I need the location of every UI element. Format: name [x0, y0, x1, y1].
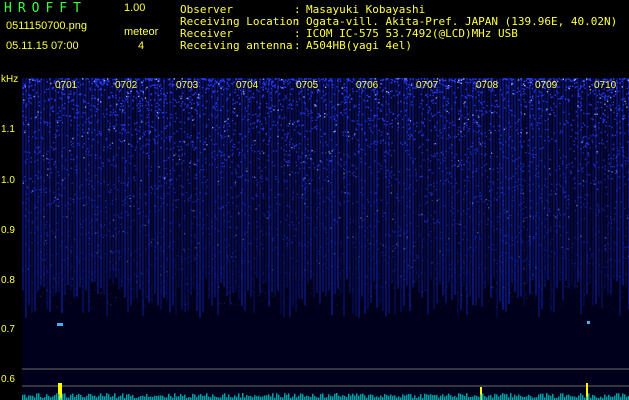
- time-label-0706: 0706: [356, 80, 379, 91]
- antenna-key: Receiving antenna: [180, 39, 293, 52]
- y-label-1-0: 1.0: [1, 175, 15, 186]
- time-label-0709: 0709: [535, 80, 558, 91]
- time-label-0703: 0703: [176, 80, 199, 91]
- y-label-0-7: 0.7: [1, 324, 15, 335]
- time-label-0701: 0701: [55, 80, 78, 91]
- time-label-0708: 0708: [476, 80, 499, 91]
- spectrogram-canvas: [22, 78, 629, 400]
- app-version: 1.00: [124, 2, 146, 14]
- antenna-row: Receiving antenna: A504HB(yagi 4el): [180, 39, 412, 52]
- spectrogram-plot: [22, 78, 629, 400]
- time-label-0704: 0704: [236, 80, 259, 91]
- y-label-0-8: 0.8: [1, 275, 15, 286]
- y-label-0-9: 0.9: [1, 225, 15, 236]
- time-label-0702: 0702: [115, 80, 138, 91]
- time-label-0705: 0705: [296, 80, 319, 91]
- meteor-count: 4: [138, 40, 145, 52]
- header-panel: HROFFT 1.00 0511150700.png meteor 05.11.…: [0, 0, 629, 78]
- app-title: HROFFT: [4, 1, 87, 16]
- antenna-value: A504HB(yagi 4el): [306, 39, 412, 52]
- time-label-0710: 0710: [594, 80, 617, 91]
- y-label-1-1: 1.1: [1, 124, 15, 135]
- time-label-0707: 0707: [416, 80, 439, 91]
- y-label-0-6: 0.6: [1, 374, 15, 385]
- y-unit-label: kHz: [1, 74, 19, 85]
- file-datetime: 05.11.15 07:00: [6, 40, 79, 52]
- meteor-label: meteor: [124, 26, 159, 38]
- file-name: 0511150700.png: [6, 20, 87, 32]
